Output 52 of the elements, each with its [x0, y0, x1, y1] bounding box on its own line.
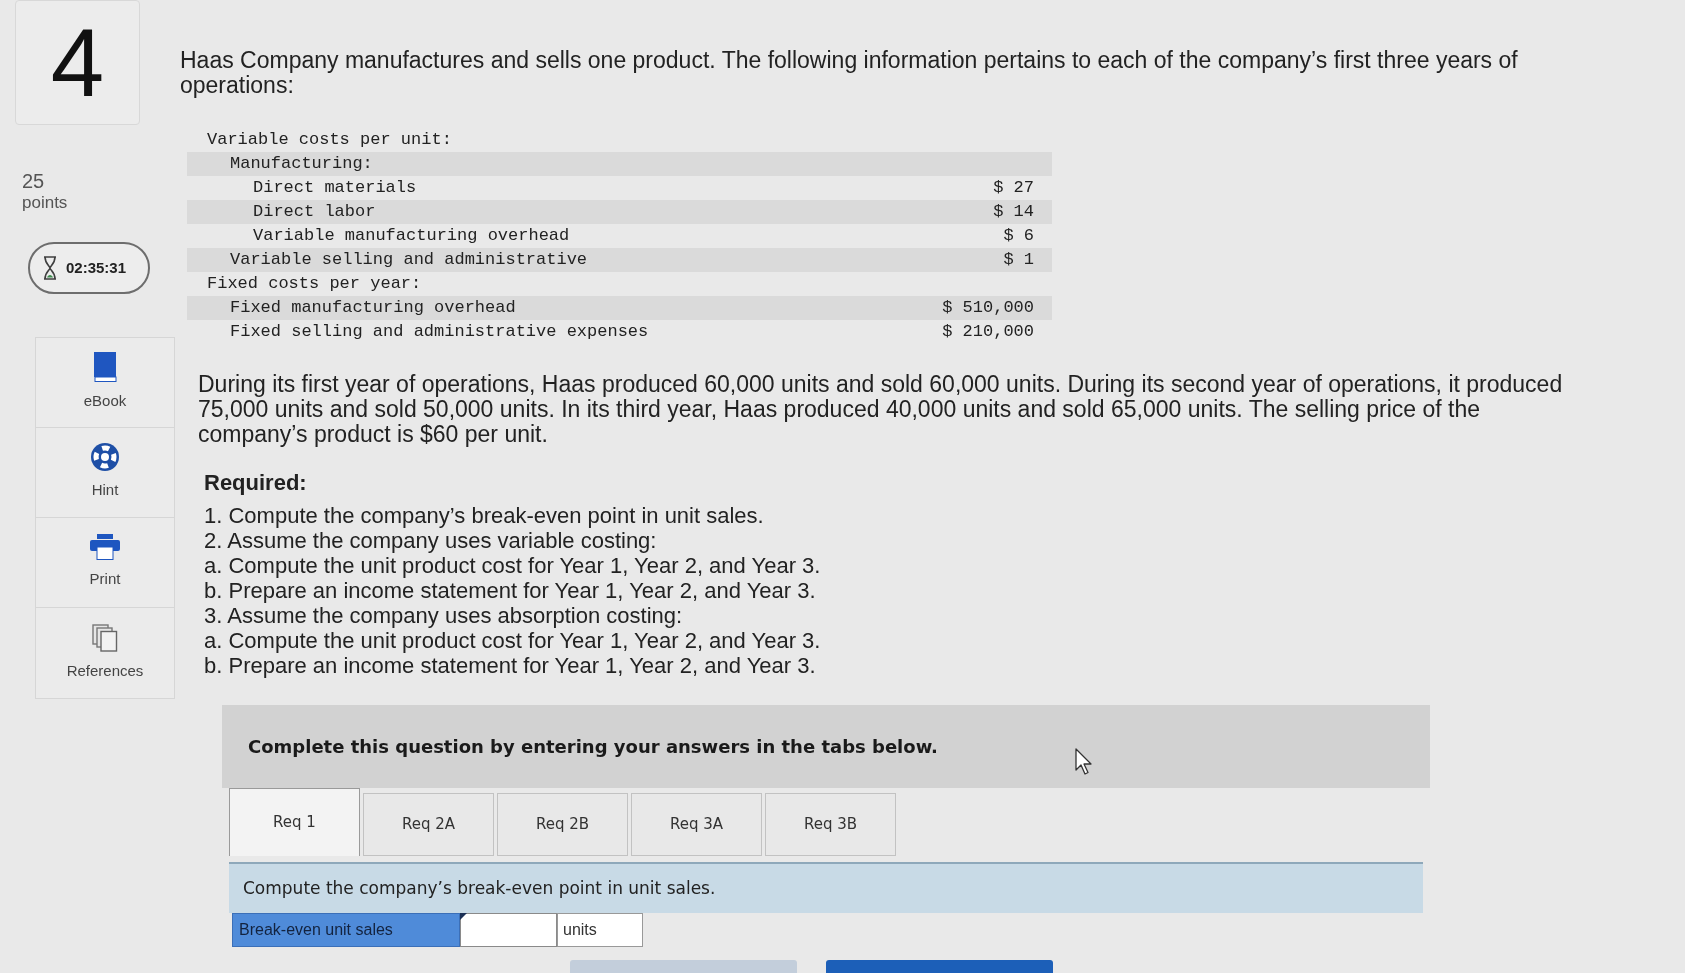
hourglass-icon	[42, 256, 58, 280]
row-label: Fixed selling and administrative expenses	[230, 321, 649, 344]
answer-label: Break-even unit sales	[232, 913, 460, 947]
row-label: Direct labor	[253, 201, 376, 224]
intro-text: Haas Company manufactures and sells one product. The following information pertains to each of the company’s first three years of operations:	[180, 48, 1519, 98]
tab[interactable]: Req 1	[229, 788, 360, 856]
requirement-item: b. Prepare an income statement for Year 1, Year 2, and Year 3.	[204, 653, 817, 678]
requirement-item: b. Prepare an income statement for Year 1, Year 2, and Year 3.	[204, 578, 817, 603]
points-label: points	[22, 192, 68, 214]
lifebuoy-icon	[91, 443, 119, 472]
requirement-item: 3. Assume the company uses absorption costing:	[204, 603, 684, 628]
row-label: Variable selling and administrative	[230, 249, 588, 272]
row-label: Direct materials	[253, 177, 417, 200]
requirement-item: 2. Assume the company uses variable costing:	[204, 528, 658, 553]
row-value: $ 1	[1003, 249, 1034, 272]
requirement-item: a. Compute the unit product cost for Year 1, Year 2, and Year 3.	[204, 628, 822, 653]
instruction-text: Complete this question by entering your answers in the tabs below.	[248, 735, 938, 759]
tool-button[interactable]: References	[36, 608, 174, 698]
book-icon	[92, 352, 118, 383]
tab[interactable]: Req 2B	[497, 793, 628, 856]
timer-value: 02:35:31	[66, 257, 127, 278]
question-number: 4	[15, 0, 140, 125]
tool-button[interactable]: Print	[36, 518, 174, 608]
tab[interactable]: Req 3B	[765, 793, 896, 856]
row-value: $ 27	[993, 177, 1034, 200]
unit-label: units	[557, 913, 643, 947]
requirement-item: a. Compute the unit product cost for Year 1, Year 2, and Year 3.	[204, 553, 822, 578]
row-label: Manufacturing:	[230, 153, 373, 176]
answer-input[interactable]	[460, 913, 557, 947]
row-label: Variable manufacturing overhead	[253, 225, 570, 248]
corner-marker-icon	[460, 913, 467, 920]
tool-button[interactable]: Hint	[36, 428, 174, 518]
tab[interactable]: Req 3A	[631, 793, 762, 856]
row-label: Fixed manufacturing overhead	[230, 297, 516, 320]
tool-button[interactable]: eBook	[36, 338, 174, 428]
row-value: $ 14	[993, 201, 1034, 224]
documents-icon	[92, 623, 118, 652]
required-heading: Required:	[204, 471, 308, 495]
tab[interactable]: Req 2A	[363, 793, 494, 856]
row-value: $ 6	[1003, 225, 1034, 248]
row-value: $ 210,000	[942, 321, 1034, 344]
scenario-text: During its first year of operations, Haas produced 60,000 units and sold 60,000 units. During its second year of operations, it produced 75,000 units and sold 50,000 units. In its third year, Haas produced 40,000 units and sold 65,000 units. The selling price of the company’s product is $60 per unit.	[198, 372, 1564, 447]
row-label: Variable costs per unit:	[207, 129, 452, 152]
secondary-button[interactable]	[570, 960, 797, 973]
requirement-item: 1. Compute the company’s break-even point in unit sales.	[204, 503, 765, 528]
primary-button[interactable]	[826, 960, 1053, 973]
cursor-icon	[1075, 748, 1093, 775]
printer-icon	[90, 534, 120, 561]
points-value: 25	[22, 170, 45, 192]
prompt-text: Compute the company’s break-even point in unit sales.	[243, 876, 716, 900]
row-label: Fixed costs per year:	[207, 273, 422, 296]
row-value: $ 510,000	[942, 297, 1034, 320]
